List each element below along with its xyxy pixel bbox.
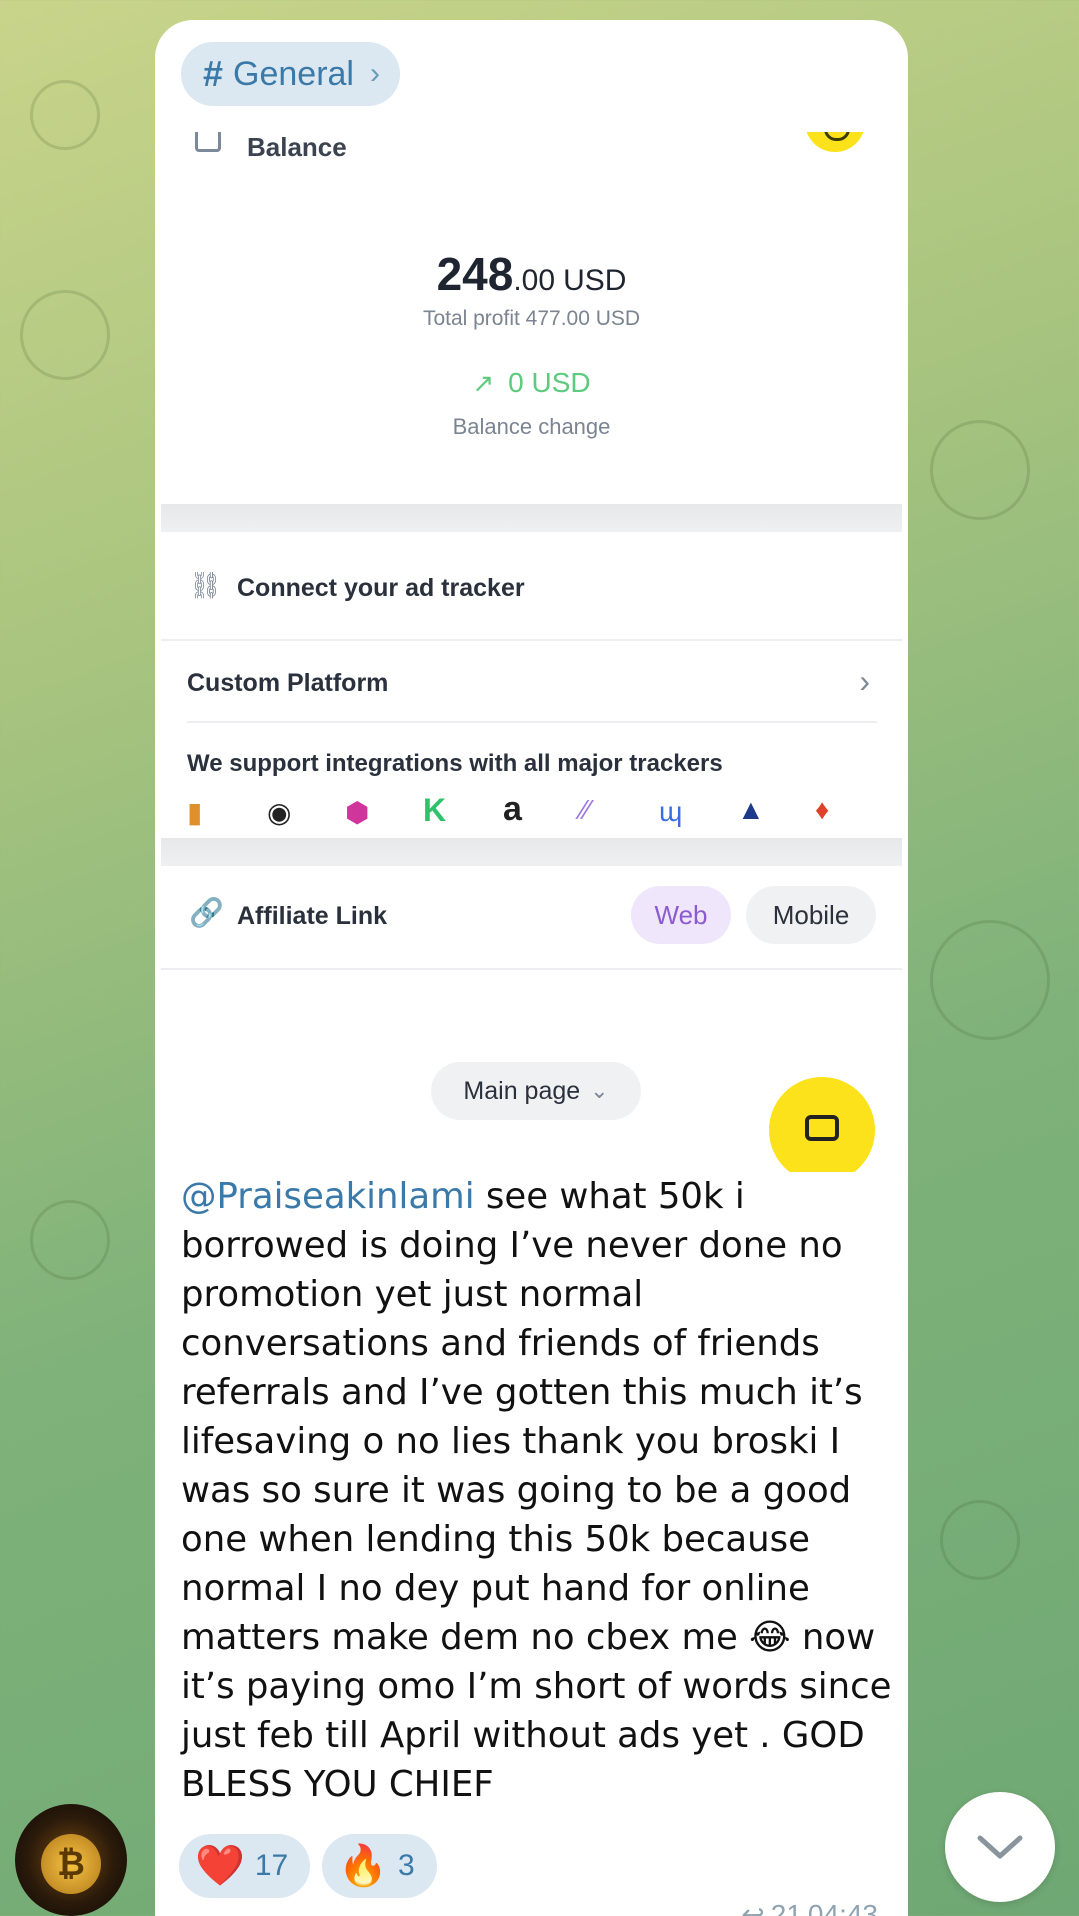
k-logo-icon: K xyxy=(423,792,447,828)
chevron-down-icon xyxy=(977,1835,1023,1859)
reaction-count: 17 xyxy=(254,1849,289,1882)
user-mention-link[interactable]: @Praiseakinlami xyxy=(181,1176,475,1217)
section-divider xyxy=(161,504,902,532)
amount-integer: 248 xyxy=(436,248,514,300)
topic-chip-general[interactable]: # General › xyxy=(181,42,400,106)
reaction-heart[interactable]: ❤️ 17 xyxy=(179,1834,311,1898)
background-doodle xyxy=(930,420,1030,520)
mobile-pill-label: Mobile xyxy=(772,899,850,930)
ring-icon: ◉ xyxy=(267,797,292,828)
background-doodle xyxy=(30,80,100,150)
chevron-right-icon: › xyxy=(370,57,380,90)
balance-change-value: ↗ 0 USD xyxy=(161,367,902,399)
mobile-pill[interactable]: Mobile xyxy=(746,886,876,944)
main-page-label: Main page xyxy=(463,1076,581,1105)
web-pill-label: Web xyxy=(654,899,708,930)
reaction-fire[interactable]: 🔥 3 xyxy=(322,1834,437,1898)
amount-currency: USD xyxy=(563,264,627,297)
background-doodle xyxy=(940,1500,1020,1580)
chat-icon xyxy=(805,1115,839,1141)
reaction-count: 3 xyxy=(398,1849,415,1882)
triangle-logo-icon: ▲ xyxy=(737,794,765,825)
divider xyxy=(161,968,902,970)
background-doodle xyxy=(930,920,1050,1040)
topic-label: General xyxy=(233,54,354,93)
connect-tracker-label: Connect your ad tracker xyxy=(237,574,525,602)
balance-change-label: Balance change xyxy=(452,414,611,439)
trend-up-icon: ↗ xyxy=(472,368,495,398)
wallet-icon xyxy=(195,132,221,152)
nodes-icon: ⛓ xyxy=(189,570,223,600)
message-bubble[interactable]: # General › Balance 248.00 USD Total prof… xyxy=(155,20,908,1916)
amount-decimal: .00 xyxy=(513,264,556,297)
change-amount: 0 USD xyxy=(508,367,591,398)
balance-header: Balance xyxy=(191,132,871,172)
chat-fab-button[interactable] xyxy=(769,1077,875,1172)
hash-icon: # xyxy=(203,53,224,94)
divider xyxy=(187,721,877,723)
shield-icon: ⬢ xyxy=(345,797,370,828)
background-doodle xyxy=(30,1200,110,1280)
reactions-bar: ❤️ 17 🔥 3 xyxy=(179,1834,437,1898)
chevron-down-icon: ⌄ xyxy=(590,1078,609,1103)
message-body: see what 50k i borrowed is doing I’ve ne… xyxy=(181,1176,892,1805)
message-text: @Praiseakinlami see what 50k i borrowed … xyxy=(181,1172,901,1809)
wave-icon: ɰ xyxy=(659,796,683,827)
embedded-screenshot[interactable]: Balance 248.00 USD Total profit 477.00 US… xyxy=(161,132,902,1172)
fire-icon: 🔥 xyxy=(338,1844,388,1888)
custom-platform-label: Custom Platform xyxy=(187,669,389,697)
affiliate-link-label: Affiliate Link xyxy=(237,902,388,930)
balance-label: Balance xyxy=(247,132,347,162)
section-divider xyxy=(161,838,902,866)
reply-icon: ↩ xyxy=(741,1899,765,1916)
sender-avatar[interactable]: ₿ xyxy=(15,1804,127,1916)
affiliate-link-row[interactable]: 🔗 Affiliate Link Web Mobile xyxy=(161,866,902,968)
background-doodle xyxy=(20,290,110,380)
heart-icon: ❤️ xyxy=(195,1844,245,1888)
streak-icon: ⁄⁄ xyxy=(581,794,591,825)
integrations-section: We support integrations with all major t… xyxy=(161,724,902,838)
balance-amount: 248.00 USD xyxy=(161,247,902,301)
message-meta: ↩ 21 04:43 xyxy=(741,1898,878,1916)
integrations-label: We support integrations with all major t… xyxy=(187,750,723,777)
main-page-dropdown[interactable]: Main page ⌄ xyxy=(431,1062,641,1120)
fox-logo-icon: ♦ xyxy=(815,794,830,825)
reply-count: 21 xyxy=(770,1898,802,1916)
connect-tracker-row[interactable]: ⛓ Connect your ad tracker xyxy=(161,532,902,640)
custom-platform-row[interactable]: Custom Platform › xyxy=(161,641,902,723)
link-icon: 🔗 xyxy=(189,897,224,928)
web-pill[interactable]: Web xyxy=(631,886,731,944)
coin-icon xyxy=(805,132,865,152)
bars-chart-icon: ▮ xyxy=(187,797,203,828)
bitcoin-icon: ₿ xyxy=(41,1834,101,1894)
total-profit: Total profit 477.00 USD xyxy=(422,307,641,330)
message-time: 04:43 xyxy=(807,1898,878,1916)
scroll-down-button[interactable] xyxy=(945,1792,1055,1902)
a-logo-icon: a xyxy=(503,790,522,828)
chevron-right-icon: › xyxy=(859,663,870,699)
